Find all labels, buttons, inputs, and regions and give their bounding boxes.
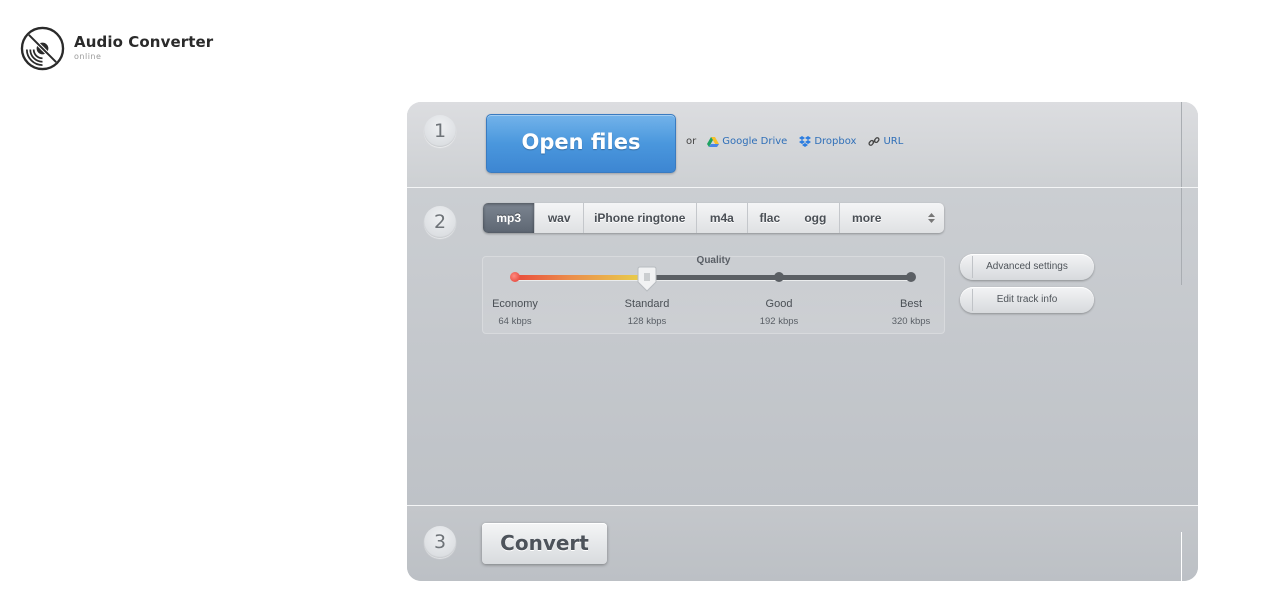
or-label: or bbox=[686, 136, 697, 147]
file-sources: or Google Drive Dropbox URL bbox=[686, 136, 915, 147]
quality-level-label[interactable]: Economy bbox=[480, 298, 550, 310]
url-label: URL bbox=[883, 136, 904, 147]
step-3-section: 3 Convert bbox=[407, 506, 1198, 581]
step-2-section: 2 mp3 wav iPhone ringtone m4a flac ogg m… bbox=[407, 188, 1198, 505]
google-drive-icon bbox=[707, 136, 720, 147]
quality-slider-track[interactable] bbox=[515, 275, 911, 280]
format-tab-iphone-ringtone[interactable]: iPhone ringtone bbox=[584, 203, 697, 233]
quality-level-label[interactable]: Best bbox=[876, 298, 946, 310]
dropbox-label: Dropbox bbox=[814, 136, 857, 147]
quality-level-label[interactable]: Good bbox=[744, 298, 814, 310]
converter-panel: 1 Open files or Google Drive Dropbox URL… bbox=[407, 102, 1198, 581]
quality-bitrate-label: 64 kbps bbox=[498, 316, 532, 327]
edit-track-info-button[interactable]: Edit track info bbox=[960, 287, 1094, 313]
step-1-number: 1 bbox=[424, 115, 456, 147]
format-tab-mp3[interactable]: mp3 bbox=[483, 203, 536, 233]
quality-bitrate-label: 320 kbps bbox=[891, 316, 931, 327]
step-2-number: 2 bbox=[424, 206, 456, 238]
disc-no-sound-icon bbox=[20, 26, 65, 70]
format-tab-flac[interactable]: flac bbox=[748, 203, 792, 233]
quality-slider-box: Quality Economy 64 kbps Standard 128 kbps Go… bbox=[480, 255, 946, 334]
step-3-number: 3 bbox=[424, 526, 456, 558]
quality-stop-dot[interactable] bbox=[510, 272, 520, 282]
google-drive-label: Google Drive bbox=[722, 136, 788, 147]
format-more-select[interactable]: more bbox=[840, 203, 944, 233]
convert-button[interactable]: Convert bbox=[482, 523, 607, 564]
link-icon bbox=[868, 137, 881, 146]
quality-slider-thumb[interactable] bbox=[637, 266, 657, 292]
quality-title: Quality bbox=[696, 255, 731, 266]
app-logo[interactable]: Audio Converter online bbox=[20, 25, 213, 71]
quality-level-label[interactable]: Standard bbox=[612, 298, 682, 310]
dropbox-icon bbox=[799, 136, 812, 147]
open-files-button[interactable]: Open files bbox=[486, 114, 676, 173]
advanced-settings-button[interactable]: Advanced settings bbox=[960, 254, 1094, 280]
quality-stop-dot[interactable] bbox=[906, 272, 916, 282]
dropbox-link[interactable]: Dropbox bbox=[799, 136, 856, 147]
format-tab-ogg[interactable]: ogg bbox=[792, 203, 841, 233]
format-tab-m4a[interactable]: m4a bbox=[697, 203, 749, 233]
format-more-label: more bbox=[852, 211, 882, 225]
app-subtitle: online bbox=[74, 51, 102, 61]
google-drive-link[interactable]: Google Drive bbox=[707, 136, 787, 147]
panel-edge-line bbox=[1181, 532, 1182, 581]
select-arrows-icon bbox=[928, 213, 936, 223]
panel-edge-line bbox=[1181, 102, 1182, 187]
url-link[interactable]: URL bbox=[868, 136, 903, 147]
app-title: Audio Converter bbox=[74, 32, 214, 51]
format-tabs: mp3 wav iPhone ringtone m4a flac ogg mor… bbox=[483, 203, 944, 233]
quality-bitrate-label: 128 kbps bbox=[627, 316, 667, 327]
panel-edge-line bbox=[1181, 188, 1182, 285]
quality-slider-fill bbox=[515, 275, 647, 280]
step-1-section: 1 Open files or Google Drive Dropbox URL bbox=[407, 102, 1198, 187]
quality-stop-dot[interactable] bbox=[774, 272, 784, 282]
quality-bitrate-label: 192 kbps bbox=[759, 316, 799, 327]
format-tab-wav[interactable]: wav bbox=[535, 203, 584, 233]
